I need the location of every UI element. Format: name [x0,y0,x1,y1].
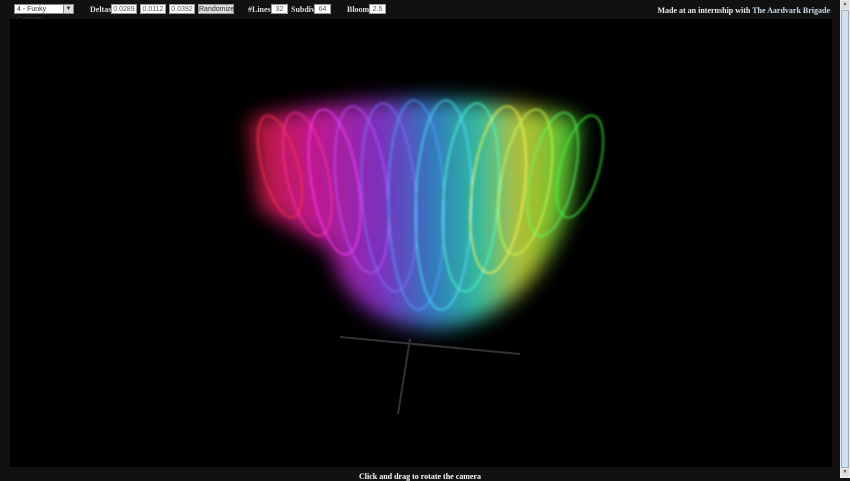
delta-y-input[interactable]: 0.0112 [140,4,166,14]
scroll-up-icon[interactable]: ▲ [841,1,849,9]
render-canvas[interactable] [10,19,832,467]
axis-lines [339,336,521,415]
toolbar: 4 - Funky Cylinder▼ Deltas: 0.0289 0.011… [0,0,840,23]
rotate-hint: Click and drag to rotate the camera [358,472,482,481]
aardvark-brigade-link[interactable]: The Aardvark Brigade [752,6,830,15]
scroll-down-icon[interactable]: ▼ [841,469,849,477]
scrollbar-thumb[interactable] [841,10,849,468]
preset-select[interactable]: 4 - Funky Cylinder▼ [14,4,74,23]
randomize-button[interactable]: Randomize [198,4,234,14]
scrollbar[interactable]: ▲ ▼ [840,0,850,478]
delta-z-input[interactable]: 0.0392 [169,4,195,14]
delta-x-input[interactable]: 0.0289 [111,4,137,14]
lines-label: #Lines: [248,5,274,14]
funky-cylinder-render [250,99,604,415]
lines-input[interactable]: 32 [271,4,288,14]
credit-prefix: Made at an internship with [657,6,753,15]
subdiv-input[interactable]: 64 [314,4,331,14]
bloom-input[interactable]: 2.5 [369,4,386,14]
chevron-down-icon[interactable]: ▼ [63,5,73,13]
credit-text: Made at an internship with The Aardvark … [657,6,830,15]
